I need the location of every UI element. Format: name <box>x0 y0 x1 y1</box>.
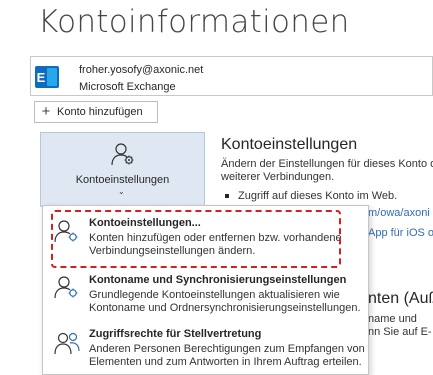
user-gear-icon <box>54 276 78 299</box>
mobile-app-link[interactable]: App für iOS od <box>368 227 433 239</box>
plus-icon: + <box>41 103 51 120</box>
menu-item-account-name-sync[interactable]: Kontoname und Synchronisierungseinstellu… <box>43 272 368 322</box>
menu-item-delegate-access[interactable]: Zugriffsrechte für Stellvertretung Ander… <box>43 326 368 374</box>
account-selector[interactable]: E froher.yosofy@axonic.net Microsoft Exc… <box>30 56 433 96</box>
menu-item-description: Konten hinzufügen oder entfernen bzw. vo… <box>89 232 342 257</box>
section-description: Ändern der Einstellungen für dieses Kont… <box>221 158 433 183</box>
menu-item-title: Kontoeinstellungen... <box>89 217 201 229</box>
menu-item-account-settings[interactable]: Kontoeinstellungen... Konten hinzufügen … <box>43 212 368 266</box>
user-gear-icon <box>54 220 78 243</box>
menu-item-title: Zugriffsrechte für Stellvertretung <box>89 328 262 340</box>
menu-item-title: Kontoname und Synchronisierungseinstellu… <box>89 274 347 286</box>
svg-text:E: E <box>37 70 46 85</box>
web-access-bullet: Zugriff auf dieses Konto im Web. <box>225 190 397 202</box>
owa-link[interactable]: m/owa/axoni <box>368 207 430 219</box>
menu-item-description: Anderen Personen Berechtigungen zum Empf… <box>89 343 365 368</box>
two-users-icon <box>54 332 80 355</box>
menu-item-description: Grundlegende Kontoeinstellungen aktualis… <box>89 289 361 314</box>
background-section-heading: nten (Auße <box>368 290 433 307</box>
add-account-button[interactable]: + Konto hinzufügen <box>34 101 158 123</box>
section-title: Kontoeinstellungen <box>221 136 358 153</box>
bullet-icon <box>225 194 229 199</box>
page-title: Kontoinformationen <box>38 4 350 40</box>
account-settings-label: Kontoeinstellungen <box>75 174 170 186</box>
background-section-text: name und nn Sie auf E- <box>368 313 432 338</box>
exchange-icon: E <box>35 66 59 88</box>
chevron-down-icon: ⌄ <box>118 187 125 196</box>
account-email: froher.yosofy@axonic.net <box>79 64 204 76</box>
account-type: Microsoft Exchange <box>79 81 176 93</box>
account-settings-button[interactable]: Kontoeinstellungen ⌄ <box>40 132 205 207</box>
user-gear-icon <box>111 143 134 166</box>
account-settings-menu: Kontoeinstellungen... Konten hinzufügen … <box>42 205 369 375</box>
add-account-label: Konto hinzufügen <box>57 106 143 118</box>
